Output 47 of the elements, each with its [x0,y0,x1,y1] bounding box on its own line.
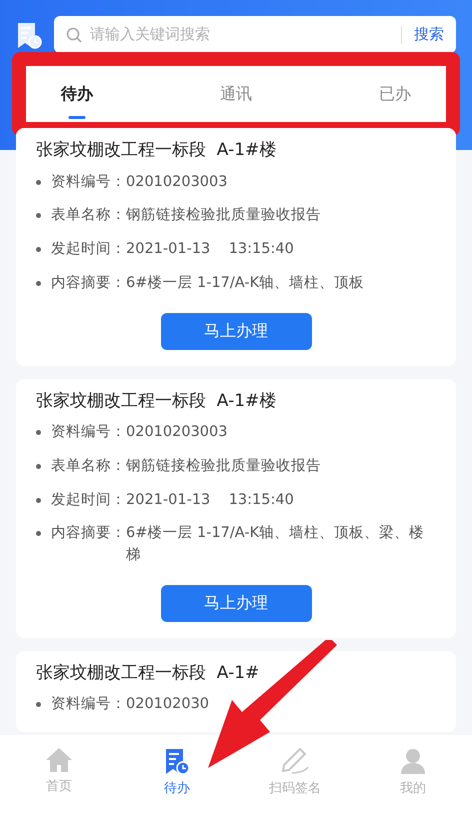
nav-tab[interactable]: 我的 [354,747,472,798]
bullet-icon [36,498,41,502]
field-label: 表单名称： [51,456,126,476]
bullet-icon [36,464,41,469]
tab[interactable]: 待办 [61,66,93,122]
search-button[interactable]: 搜索 [410,23,444,46]
nav-tab[interactable]: 首页 [0,747,118,796]
tab[interactable]: 已办 [379,66,411,122]
tab[interactable]: 通讯 [220,66,252,122]
field-value: 6#楼一层 1-17/A-K轴、墙柱、顶板、梁、楼梯 [126,524,426,565]
home-icon [45,747,73,773]
bullet-icon [36,280,41,286]
bullet-icon [36,180,41,184]
card-title: 张家坟棚改工程一标段 A-1#楼 [36,139,278,162]
pencil-icon [280,747,310,775]
nav-tab[interactable]: 扫码签名 [236,747,354,798]
search-icon [66,26,82,42]
field-value: 钢筋链接检验批质量验收报告 [126,206,321,226]
field-label: 内容摘要： [51,524,126,544]
bullet-icon [36,247,41,252]
field-value: 02010203003 [126,172,228,192]
field-value: 02010203003 [126,423,228,442]
bullet-icon [36,702,41,708]
bullet-icon [36,531,41,536]
handle-now-button[interactable]: 马上办理 [160,584,312,622]
field-label: 发起时间： [51,490,126,510]
handle-now-button[interactable]: 马上办理 [160,312,312,350]
field-label: 内容摘要： [51,274,126,293]
card-title: 张家坟棚改工程一标段 A-1#楼 [36,390,278,412]
document-clock-icon [164,747,190,775]
field-value: 6#楼一层 1-17/A-K轴、墙柱、顶板 [126,274,364,293]
field-label: 表单名称： [51,206,126,226]
field-label: 资料编号： [51,172,126,192]
field-value: 2021-01-13 13:15:40 [126,240,294,259]
bullet-icon [36,213,41,218]
card-title: 张家坟棚改工程一标段 A-1# [36,662,260,685]
field-value: 2021-01-13 13:15:40 [126,490,294,510]
user-icon [399,747,427,775]
search-field[interactable]: 请输入关键词搜索 [90,23,393,46]
bullet-icon [36,430,41,435]
field-label: 资料编号： [51,423,126,442]
field-label: 发起时间： [51,240,126,259]
field-value: 钢筋链接检验批质量验收报告 [126,456,321,476]
field-value: 020102030 [126,695,210,714]
app-logo-icon [16,20,42,48]
field-label: 资料编号： [51,695,126,714]
search-bar[interactable]: 请输入关键词搜索 搜索 [54,16,456,53]
